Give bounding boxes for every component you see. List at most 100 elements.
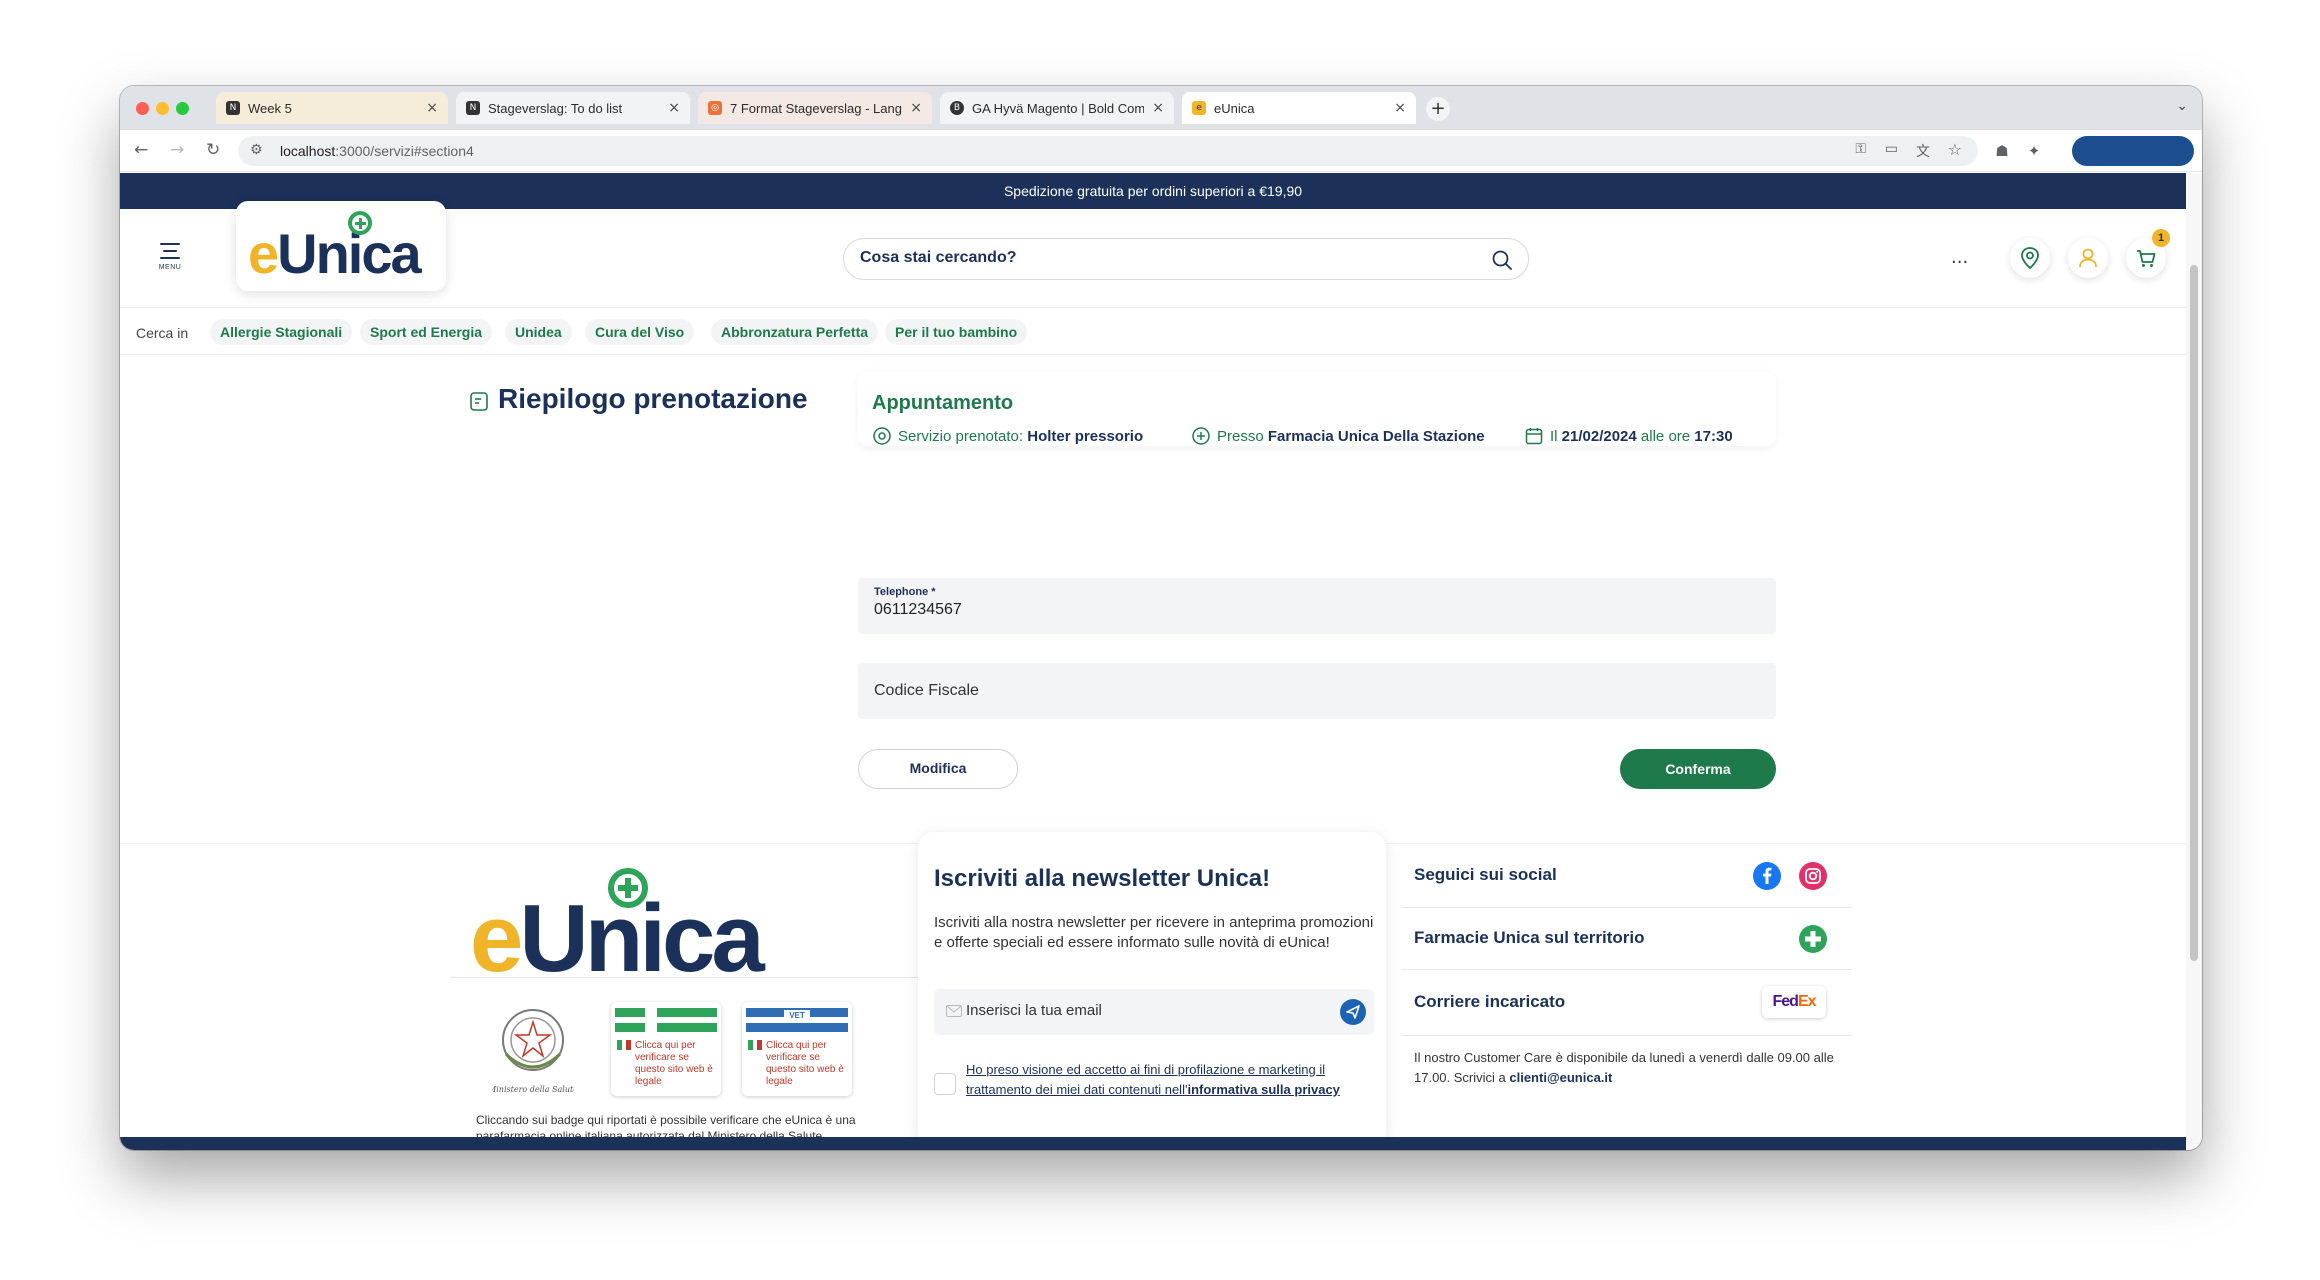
doc-favicon-icon: ◎ <box>708 101 722 115</box>
browser-tab[interactable]: ◎ 7 Format Stageverslag - Lang × <box>698 92 932 124</box>
location-detail: Presso Farmacia Unica Della Stazione <box>1191 426 1485 446</box>
puzzle-extensions-icon[interactable]: ✦ <box>2025 142 2043 160</box>
badge-text: Clicca qui per verificare se questo sito… <box>766 1040 844 1087</box>
forward-arrow-icon[interactable]: → <box>170 140 184 160</box>
envelope-icon <box>946 1005 962 1017</box>
search-icon[interactable] <box>1490 248 1514 272</box>
fedex-logo-icon: FedEx <box>1762 986 1826 1018</box>
tab-title: eUnica <box>1214 100 1255 116</box>
password-key-icon[interactable]: ⚿ <box>1855 141 1866 157</box>
newsletter-card: Iscriviti alla newsletter Unica! Iscrivi… <box>918 832 1386 1148</box>
date-detail: Il 21/02/2024 alle ore 17:30 <box>1524 426 1733 446</box>
privacy-consent-text[interactable]: Ho preso visione ed accetto ai fini di p… <box>966 1060 1356 1100</box>
browser-toolbar: ← → ↻ ⚙ localhost:3000/servizi#section4 … <box>120 130 2202 172</box>
tab-search-chevron-icon[interactable]: ⌄ <box>2176 98 2188 114</box>
browser-tab-active[interactable]: e eUnica × <box>1182 92 1416 124</box>
close-tab-icon[interactable]: × <box>668 100 680 116</box>
search-input[interactable] <box>860 249 1460 267</box>
extension-icon[interactable]: ☗ <box>1993 142 2011 160</box>
back-arrow-icon[interactable]: ← <box>134 140 148 160</box>
courier-label: Corriere incaricato <box>1414 992 1566 1011</box>
site-settings-icon[interactable]: ⚙ <box>250 142 263 158</box>
page-title: Riepilogo prenotazione <box>498 383 808 414</box>
close-window-button[interactable] <box>136 102 149 115</box>
legal-pharmacy-badge[interactable]: Clicca qui per verificare se questo sito… <box>611 1002 721 1096</box>
category-nav: Cerca in Allergie Stagionali Sport ed En… <box>120 309 2186 355</box>
category-link[interactable]: Abbronzatura Perfetta <box>711 319 879 345</box>
browser-tab[interactable]: B GA Hyvä Magento | Bold Com × <box>940 92 1174 124</box>
codice-fiscale-field[interactable]: Codice Fiscale <box>858 663 1776 719</box>
translate-icon[interactable]: 文 <box>1916 141 1930 161</box>
more-options-button[interactable]: ... <box>1951 247 1968 268</box>
pharmacy-cross-icon <box>608 868 648 908</box>
profile-menu-button[interactable] <box>2072 136 2194 166</box>
newsletter-email-input[interactable] <box>966 1002 1316 1019</box>
site-header: MENU eUnica ... <box>120 201 2186 308</box>
italy-flag-icon <box>617 1040 631 1050</box>
seal-caption: Ministero della Salute <box>492 1085 574 1094</box>
modifica-button[interactable]: Modifica <box>858 749 1018 789</box>
facebook-icon[interactable] <box>1752 861 1782 891</box>
booking-summary-icon <box>470 392 488 411</box>
zoom-window-button[interactable] <box>176 102 189 115</box>
vet-logo-flag-icon: VET <box>746 1008 848 1032</box>
close-tab-icon[interactable]: × <box>1152 100 1164 116</box>
web-page: Spedizione gratuita per ordini superiori… <box>120 173 2186 1150</box>
italian-republic-emblem-icon[interactable]: Ministero della Salute <box>492 1002 574 1098</box>
privacy-policy-link[interactable]: informativa sulla privacy <box>1187 1082 1339 1097</box>
notion-favicon-icon: N <box>226 101 240 115</box>
url-text: localhost:3000/servizi#section4 <box>280 143 474 159</box>
reload-icon[interactable]: ↻ <box>206 140 220 160</box>
tab-title: Stageverslag: To do list <box>488 100 623 116</box>
privacy-consent-checkbox[interactable] <box>934 1073 956 1095</box>
cart-count-badge: 1 <box>2152 229 2170 247</box>
category-link[interactable]: Cura del Viso <box>585 319 695 345</box>
scrollbar-thumb[interactable] <box>2190 265 2198 961</box>
social-row: Seguici sui social <box>1402 844 1852 908</box>
bookmark-star-icon[interactable]: ☆ <box>1948 140 1962 159</box>
cast-icon[interactable]: ▭ <box>1885 141 1898 157</box>
courier-row: Corriere incaricato FedEx <box>1402 970 1852 1036</box>
user-icon <box>2079 248 2097 268</box>
bold-favicon-icon: B <box>950 101 964 115</box>
stores-label: Farmacie Unica sul territorio <box>1414 928 1645 947</box>
category-link[interactable]: Per il tuo bambino <box>885 319 1028 345</box>
browser-tab[interactable]: N Stageverslag: To do list × <box>456 92 690 124</box>
search-bar[interactable] <box>843 238 1529 280</box>
store-locator-button[interactable] <box>2010 238 2050 278</box>
new-tab-button[interactable]: + <box>1426 97 1450 121</box>
hamburger-menu-button[interactable]: MENU <box>156 243 184 271</box>
url-host: localhost <box>280 143 336 159</box>
category-link[interactable]: Sport ed Energia <box>360 319 493 345</box>
minimize-window-button[interactable] <box>156 102 169 115</box>
logo-wordmark: eUnica <box>248 222 422 285</box>
category-nav-label: Cerca in <box>136 325 189 341</box>
service-detail: Servizio prenotato: Holter pressorio <box>872 426 1143 446</box>
social-label: Seguici sui social <box>1414 865 1557 884</box>
page-scrollbar[interactable] <box>2186 173 2202 1150</box>
telephone-field[interactable]: Telephone * 0611234567 <box>858 578 1776 634</box>
category-link[interactable]: Unidea <box>505 319 572 345</box>
badge-text: Clicca qui per verificare se questo sito… <box>635 1040 713 1087</box>
pharmacy-plus-icon <box>1799 925 1827 953</box>
newsletter-email-field[interactable] <box>934 989 1374 1035</box>
close-tab-icon[interactable]: × <box>1394 100 1406 116</box>
address-bar[interactable]: ⚙ localhost:3000/servizi#section4 ⚿ ▭ 文 … <box>238 136 1978 166</box>
url-path: :3000/servizi#section4 <box>335 143 474 159</box>
legal-vet-badge[interactable]: VET Clicca qui per verificare se questo … <box>742 1002 852 1096</box>
close-tab-icon[interactable]: × <box>910 100 922 116</box>
close-tab-icon[interactable]: × <box>426 100 438 116</box>
pharmacy-cross-icon <box>348 211 372 235</box>
telephone-value: 0611234567 <box>874 601 962 618</box>
calendar-icon <box>1525 428 1543 445</box>
category-link[interactable]: Allergie Stagionali <box>210 319 353 345</box>
customer-care-email-link[interactable]: clienti@eunica.it <box>1509 1070 1612 1085</box>
site-logo[interactable]: eUnica <box>236 201 446 291</box>
account-button[interactable] <box>2068 238 2108 278</box>
instagram-icon[interactable] <box>1798 861 1828 891</box>
newsletter-send-button[interactable] <box>1340 999 1366 1025</box>
conferma-button[interactable]: Conferma <box>1620 749 1776 789</box>
stores-row[interactable]: Farmacie Unica sul territorio <box>1402 908 1852 970</box>
footer-bottom-bar <box>120 1137 2186 1150</box>
browser-tab[interactable]: N Week 5 × <box>216 92 448 124</box>
